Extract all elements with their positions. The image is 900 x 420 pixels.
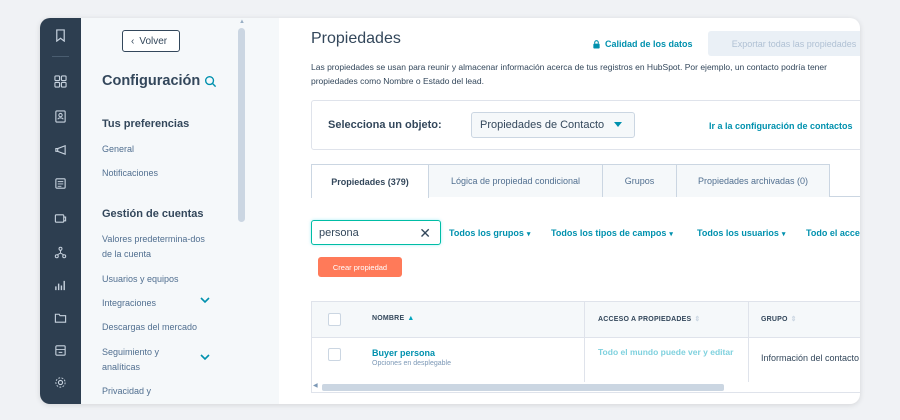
megaphone-icon[interactable] [53,142,68,157]
caret-down-icon: ▾ [781,231,786,238]
column-header-access-label: ACCESO A PROPIEDADES [598,316,692,323]
select-all-checkbox[interactable] [328,313,341,326]
page-title: Propiedades [311,30,401,47]
section-heading-account: Gestión de cuentas [102,208,204,220]
property-type: Opciones en desplegable [372,360,452,367]
caret-down-icon: ▾ [526,231,531,238]
service-icon[interactable] [53,211,68,226]
property-access[interactable]: Todo el mundo puede ver y editar [598,347,748,358]
column-header-group[interactable]: GRUPO ⇕ [761,315,797,323]
column-header-name-label: NOMBRE [372,315,405,322]
sidebar-item-privacy[interactable]: Privacidad y [102,384,212,399]
filter-field-types[interactable]: Todos los tipos de campos ▾ [551,228,673,238]
settings-icon[interactable] [53,375,68,390]
property-group: Información del contacto [761,353,860,363]
sales-icon[interactable] [53,176,68,191]
sidebar-item-marketplace[interactable]: Descargas del mercado [102,320,212,335]
sort-icon: ⇕ [694,316,701,323]
object-select-value: Propiedades de Contacto [480,119,605,131]
property-name-link[interactable]: Buyer persona [372,348,435,358]
chevron-down-icon[interactable] [200,353,210,364]
back-button[interactable]: ‹ Volver [122,30,180,52]
sidebar-title: Configuración [102,73,217,89]
create-property-button[interactable]: Crear propiedad [318,257,402,277]
filter-groups[interactable]: Todos los grupos ▾ [449,228,530,238]
tab-archived[interactable]: Propiedades archivadas (0) [676,164,830,197]
filter-access-label: Todo el acceso [806,228,860,238]
filter-access[interactable]: Todo el acceso▾ [806,228,860,238]
search-icon[interactable] [204,75,217,88]
rail-divider [52,56,69,57]
back-button-label: Volver [139,35,168,47]
caret-down-icon: ▾ [669,231,673,238]
row-checkbox[interactable] [328,348,341,361]
object-selector-panel: Selecciona un objeto: Propiedades de Con… [311,100,860,150]
chevron-down-icon[interactable] [200,296,210,307]
tab-groups[interactable]: Grupos [602,164,677,197]
grid-icon[interactable] [53,74,68,89]
sidebar-scroll-thumb[interactable] [238,28,245,222]
app-window: ‹ Volver Configuración Tus preferencias … [40,18,860,404]
object-select-dropdown[interactable]: Propiedades de Contacto [471,112,635,138]
sidebar-item-tracking[interactable]: Seguimiento y analíticas [102,345,182,375]
automation-icon[interactable] [53,245,68,260]
nav-rail [40,18,81,404]
filter-field-types-label: Todos los tipos de campos [551,228,667,238]
column-header-group-label: GRUPO [761,316,788,323]
chevron-left-icon: ‹ [131,35,135,47]
settings-sidebar: ‹ Volver Configuración Tus preferencias … [81,18,279,404]
library-icon[interactable] [53,343,68,358]
column-header-name[interactable]: NOMBRE ▲ [372,315,414,322]
search-input-value: persona [319,226,359,239]
section-heading-preferences: Tus preferencias [102,118,190,130]
filter-groups-label: Todos los grupos [449,228,524,238]
search-input[interactable]: persona ✕ [311,220,441,245]
quality-icon [592,39,601,49]
filter-users[interactable]: Todos los usuarios ▾ [697,228,785,238]
sort-icon: ⇕ [790,316,797,323]
sidebar-title-text: Configuración [102,73,201,89]
sidebar-item-integrations[interactable]: Integraciones [102,296,212,311]
page-description: Las propiedades se usan para reunir y al… [311,62,827,86]
clear-icon[interactable]: ✕ [419,225,431,242]
column-header-access[interactable]: ACCESO A PROPIEDADES ⇕ [598,315,700,323]
sidebar-item-users[interactable]: Usuarios y equipos [102,272,212,287]
contact-settings-link[interactable]: Ir a la configuración de contactos [709,121,853,131]
tab-conditional-logic[interactable]: Lógica de propiedad condicional [428,164,603,197]
scroll-left-arrow-icon[interactable]: ◀ [313,382,318,389]
column-divider [748,302,749,392]
table-horizontal-scrollbar[interactable]: ◀ ▶ [312,382,860,392]
table-header: NOMBRE ▲ ACCESO A PROPIEDADES ⇕ GRUPO ⇕ [312,302,860,338]
table-scroll-thumb[interactable] [322,384,724,391]
export-all-properties-button[interactable]: Exportar todas las propiedades [708,31,860,56]
properties-tabs: Propiedades (379) Lógica de propiedad co… [311,164,860,198]
properties-table: NOMBRE ▲ ACCESO A PROPIEDADES ⇕ GRUPO ⇕ Buy… [311,301,860,393]
bookmark-icon[interactable] [53,28,68,43]
tab-properties[interactable]: Propiedades (379) [311,164,429,198]
contacts-icon[interactable] [53,109,68,124]
sidebar-item-notifications[interactable]: Notificaciones [102,166,212,181]
object-selector-label: Selecciona un objeto: [328,119,442,131]
filter-users-label: Todos los usuarios [697,228,779,238]
data-quality-link[interactable]: Calidad de los datos [592,39,693,49]
column-divider [584,302,585,392]
folder-icon[interactable] [53,310,68,325]
sidebar-item-general[interactable]: General [102,142,212,157]
sidebar-item-defaults[interactable]: Valores predetermina-dos de la cuenta [102,232,207,262]
data-quality-label: Calidad de los datos [605,39,693,49]
caret-down-icon [614,122,622,127]
main-content: Propiedades Calidad de los datos Exporta… [288,18,860,404]
reports-icon[interactable] [53,278,68,293]
scroll-up-arrow-icon[interactable]: ▲ [239,19,245,25]
sort-asc-icon: ▲ [407,315,415,322]
